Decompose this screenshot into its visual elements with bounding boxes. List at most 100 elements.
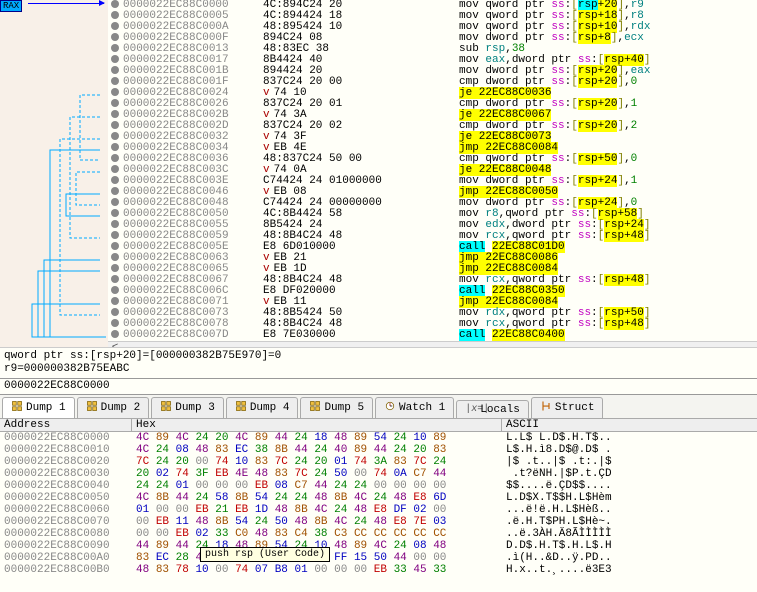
tab-label: Dump 1: [26, 402, 66, 414]
tab-bar: Dump 1 Dump 2 Dump 3 Dump 4 Dump 5 Watch 1 |x=…: [0, 395, 757, 419]
horizontal-scrollbar[interactable]: <: [108, 341, 757, 347]
dump-row[interactable]: 0000022EC88C00104C 24 08 48 83 EC 38 8B …: [0, 444, 757, 456]
breakpoint-dot-icon[interactable]: [111, 55, 119, 63]
breakpoint-dot-icon[interactable]: [111, 220, 119, 228]
breakpoint-dot-icon[interactable]: [111, 99, 119, 107]
breakpoint-dot-icon[interactable]: [111, 88, 119, 96]
hover-tooltip: push rsp (User Code): [200, 547, 330, 562]
dump-icon: [11, 400, 23, 416]
dump-addr-cell: 0000022EC88C0080: [0, 528, 132, 540]
dump-row[interactable]: 0000022EC88C006001 00 00 EB 21 EB 1D 48 …: [0, 504, 757, 516]
tab-label: Dump 3: [175, 402, 215, 414]
dump-header-ascii[interactable]: ASCII: [502, 419, 539, 431]
breakpoint-dot-icon[interactable]: [111, 330, 119, 338]
dump-ascii-cell: .t?ëNH.|$P.t.ÇD: [502, 468, 612, 480]
breakpoint-dot-icon[interactable]: [111, 121, 119, 129]
breakpoint-dot-icon[interactable]: [111, 22, 119, 30]
breakpoint-dot-icon[interactable]: [111, 0, 119, 8]
dump-row[interactable]: 0000022EC88C007000 EB 11 48 8B 54 24 50 …: [0, 516, 757, 528]
dump-addr-cell: 0000022EC88C0070: [0, 516, 132, 528]
register-pointer-label: RAX: [0, 0, 22, 12]
dump-addr-cell: 0000022EC88C0010: [0, 444, 132, 456]
breakpoint-dot-icon[interactable]: [111, 66, 119, 74]
dump-row[interactable]: 0000022EC88C004024 24 01 00 00 00 EB 08 …: [0, 480, 757, 492]
breakpoint-dot-icon[interactable]: [111, 165, 119, 173]
breakpoint-dot-icon[interactable]: [111, 209, 119, 217]
dump-ascii-cell: ...ë!ë.H.L$Hèß..: [502, 504, 612, 516]
breakpoint-dot-icon[interactable]: [111, 33, 119, 41]
dump-hex-cell: 4C 89 4C 24 20 4C 89 44 24 18 48 89 54 2…: [132, 432, 502, 444]
disassembly-table[interactable]: 0000022EC88C0000 4C:894C24 20mov qword p…: [108, 0, 757, 347]
tab-label: Locals: [480, 404, 520, 416]
tab-dump-5[interactable]: Dump 5: [300, 397, 373, 418]
tab-label: Struct: [555, 402, 595, 414]
register-arrow-icon: [28, 3, 104, 4]
tab-label: Dump 2: [101, 402, 141, 414]
dump-ascii-cell: |$ .t..|$ .t:.|$: [502, 456, 612, 468]
dump-hex-cell: 4C 8B 44 24 58 8B 54 24 24 48 8B 4C 24 4…: [132, 492, 502, 504]
breakpoint-dot-icon[interactable]: [111, 253, 119, 261]
dump-addr-cell: 0000022EC88C0030: [0, 468, 132, 480]
dump-hex-cell: 7C 24 20 00 74 10 83 7C 24 20 01 74 3A 8…: [132, 456, 502, 468]
struct-icon: [540, 400, 552, 416]
info-line-2: r9=000000382B75EABC: [4, 363, 753, 376]
dump-icon: [86, 400, 98, 416]
breakpoint-dot-icon[interactable]: [111, 187, 119, 195]
breakpoint-dot-icon[interactable]: [111, 308, 119, 316]
info-bar: qword ptr ss:[rsp+20]=[000000382B75E970]…: [0, 348, 757, 379]
breakpoint-dot-icon[interactable]: [111, 297, 119, 305]
dump-ascii-cell: L.D$X.T$$H.L$Hèm: [502, 492, 612, 504]
dump-row[interactable]: 0000022EC88C009044 89 44 24 18 48 89 54 …: [0, 540, 757, 552]
dump-rows[interactable]: push rsp (User Code) 0000022EC88C00004C …: [0, 432, 757, 576]
current-address-bar: 0000022EC88C0000: [0, 379, 757, 395]
tab-dump-4[interactable]: Dump 4: [226, 397, 299, 418]
breakpoint-dot-icon[interactable]: [111, 242, 119, 250]
address-cell: 0000022EC88C007D: [108, 330, 263, 341]
dump-row[interactable]: 0000022EC88C003020 02 74 3F EB 4E 48 83 …: [0, 468, 757, 480]
dump-header: Address Hex ASCII: [0, 419, 757, 432]
tab-dump-2[interactable]: Dump 2: [77, 397, 150, 418]
tab-struct[interactable]: Struct: [531, 397, 604, 418]
dump-header-address[interactable]: Address: [0, 419, 132, 431]
tab-label: Watch 1: [399, 402, 445, 414]
dump-hex-cell: 01 00 00 EB 21 EB 1D 48 8B 4C 24 48 E8 D…: [132, 504, 502, 516]
dump-row[interactable]: 0000022EC88C00504C 8B 44 24 58 8B 54 24 …: [0, 492, 757, 504]
instruction-cell: call 22EC88C0400: [459, 330, 757, 341]
disasm-row[interactable]: 0000022EC88C007D E8 7E030000call 22EC88C…: [108, 330, 757, 341]
dump-panel: Address Hex ASCII push rsp (User Code) 0…: [0, 419, 757, 576]
dump-row[interactable]: 0000022EC88C00207C 24 20 00 74 10 83 7C …: [0, 456, 757, 468]
dump-header-hex[interactable]: Hex: [132, 419, 502, 431]
dump-row[interactable]: 0000022EC88C00B048 83 78 10 00 74 07 B8 …: [0, 564, 757, 576]
dump-icon: [309, 400, 321, 416]
dump-addr-cell: 0000022EC88C0090: [0, 540, 132, 552]
breakpoint-dot-icon[interactable]: [111, 110, 119, 118]
dump-addr-cell: 0000022EC88C00A0: [0, 552, 132, 564]
dump-row[interactable]: 0000022EC88C00A083 EC 28 48 8B 0D 26 44 …: [0, 552, 757, 564]
dump-ascii-cell: $$....ë.ÇD$$....: [502, 480, 612, 492]
tab-watch-1[interactable]: Watch 1: [375, 397, 454, 418]
breakpoint-dot-icon[interactable]: [111, 198, 119, 206]
breakpoint-dot-icon[interactable]: [111, 275, 119, 283]
tab-dump-1[interactable]: Dump 1: [2, 397, 75, 418]
breakpoint-dot-icon[interactable]: [111, 143, 119, 151]
dump-hex-cell: 20 02 74 3F EB 4E 48 83 7C 24 50 00 74 0…: [132, 468, 502, 480]
breakpoint-dot-icon[interactable]: [111, 77, 119, 85]
breakpoint-dot-icon[interactable]: [111, 176, 119, 184]
breakpoint-dot-icon[interactable]: [111, 231, 119, 239]
tab-label: Dump 5: [324, 402, 364, 414]
locals-icon: |x=|: [465, 403, 477, 416]
tab-locals[interactable]: |x=|Locals: [456, 400, 529, 418]
breakpoint-dot-icon[interactable]: [111, 264, 119, 272]
breakpoint-dot-icon[interactable]: [111, 44, 119, 52]
breakpoint-dot-icon[interactable]: [111, 11, 119, 19]
dump-hex-cell: 00 00 EB 02 33 C0 48 83 C4 38 C3 CC CC C…: [132, 528, 502, 540]
scroll-left-icon[interactable]: <: [108, 342, 122, 347]
tab-dump-3[interactable]: Dump 3: [151, 397, 224, 418]
breakpoint-dot-icon[interactable]: [111, 132, 119, 140]
breakpoint-dot-icon[interactable]: [111, 319, 119, 327]
breakpoint-dot-icon[interactable]: [111, 154, 119, 162]
breakpoint-dot-icon[interactable]: [111, 286, 119, 294]
dump-icon: [160, 400, 172, 416]
dump-row[interactable]: 0000022EC88C00004C 89 4C 24 20 4C 89 44 …: [0, 432, 757, 444]
dump-row[interactable]: 0000022EC88C008000 00 EB 02 33 C0 48 83 …: [0, 528, 757, 540]
